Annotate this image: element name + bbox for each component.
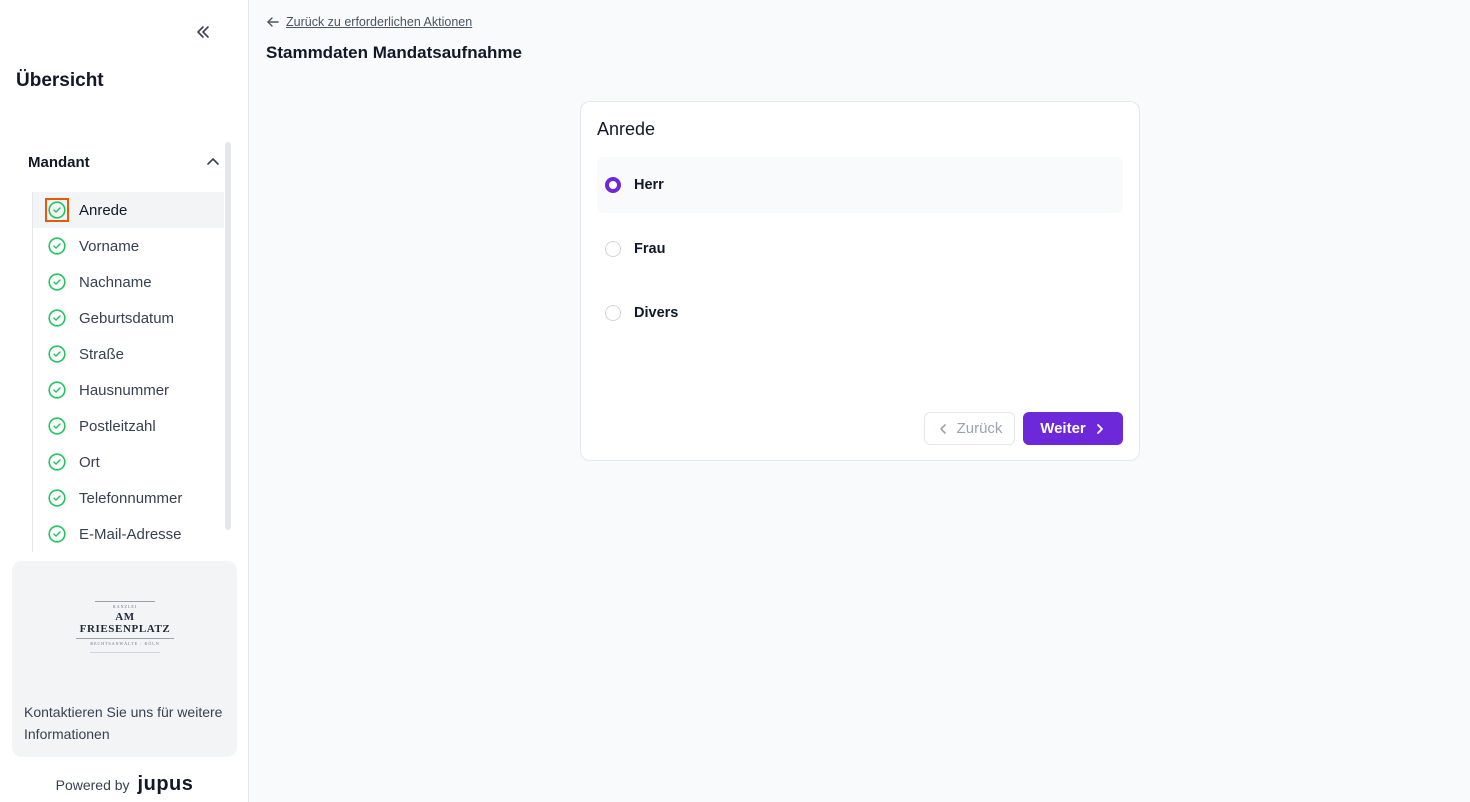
logo-line: [90, 652, 160, 653]
option-label: Divers: [634, 305, 679, 321]
check-circle-icon: [45, 234, 69, 258]
check-circle-icon: [45, 270, 69, 294]
logo-top-text: KANZLEI: [112, 604, 138, 609]
next-button-label: Weiter: [1040, 420, 1086, 437]
sidebar-item-telefonnummer[interactable]: Telefonnummer: [33, 480, 224, 516]
logo-name: AM FRIESENPLATZ: [79, 611, 171, 635]
arrow-left-icon: [267, 17, 279, 27]
sidebar-title: Übersicht: [16, 70, 104, 91]
sidebar-item-label: Telefonnummer: [79, 489, 183, 507]
sidebar-item-label: Postleitzahl: [79, 417, 156, 435]
chevron-up-icon: [207, 158, 219, 165]
sidebar-item-anrede[interactable]: Anrede: [33, 192, 224, 228]
sidebar-item-vorname[interactable]: Vorname: [33, 228, 224, 264]
sidebar-item-hausnummer[interactable]: Hausnummer: [33, 372, 224, 408]
sidebar-item-nachname[interactable]: Nachname: [33, 264, 224, 300]
back-button[interactable]: Zurück: [924, 412, 1015, 445]
sidebar-item-label: Hausnummer: [79, 381, 170, 399]
sidebar-item-label: Geburtsdatum: [79, 309, 175, 327]
check-circle-icon: [45, 198, 69, 222]
powered-by-label: Powered by: [55, 776, 130, 793]
card-title: Anrede: [597, 119, 656, 139]
chevron-right-icon: [1096, 423, 1103, 434]
section-label: Mandant: [28, 153, 90, 171]
section-header-mandant[interactable]: Mandant: [16, 144, 226, 180]
sidebar-item-strasse[interactable]: Straße: [33, 336, 224, 372]
sidebar-item-label: E-Mail-Adresse: [79, 525, 182, 543]
logo-rule: [76, 638, 174, 639]
firm-logo: KANZLEI AM FRIESENPLATZ RECHTSANWÄLTE · …: [72, 601, 178, 653]
radio-option-herr[interactable]: Herr: [597, 157, 1123, 213]
check-circle-icon: [45, 342, 69, 366]
back-to-actions-link[interactable]: Zurück zu erforderlichen Aktionen: [266, 15, 472, 29]
sidebar-item-label: Anrede: [79, 201, 128, 219]
radio-button[interactable]: [605, 305, 621, 321]
info-card: KANZLEI AM FRIESENPLATZ RECHTSANWÄLTE · …: [12, 561, 237, 757]
option-label: Herr: [634, 177, 664, 193]
sidebar-item-email[interactable]: E-Mail-Adresse: [33, 516, 224, 552]
collapse-sidebar-button[interactable]: [190, 20, 216, 44]
check-circle-icon: [45, 378, 69, 402]
sidebar-item-label: Vorname: [79, 237, 140, 255]
chevron-left-icon: [939, 423, 946, 434]
powered-by: Powered by jupus: [0, 773, 249, 796]
page-title: Stammdaten Mandatsaufnahme: [266, 43, 522, 62]
option-label: Frau: [634, 241, 666, 257]
sidebar-item-label: Ort: [79, 453, 100, 471]
double-chevron-left-icon: [197, 26, 209, 38]
radio-button-checked[interactable]: [605, 177, 621, 193]
check-circle-icon: [45, 522, 69, 546]
sidebar-item-label: Straße: [79, 345, 125, 363]
check-circle-icon: [45, 450, 69, 474]
sidebar-items: Anrede Vorname Nachname Geburtsdatum Str…: [32, 192, 224, 552]
back-link-text: Zurück zu erforderlichen Aktionen: [286, 15, 473, 29]
check-circle-icon: [45, 414, 69, 438]
check-circle-icon: [45, 306, 69, 330]
radio-option-divers[interactable]: Divers: [597, 285, 1123, 341]
sidebar-item-geburtsdatum[interactable]: Geburtsdatum: [33, 300, 224, 336]
logo-sub-text: RECHTSANWÄLTE · KÖLN: [90, 641, 160, 646]
next-button[interactable]: Weiter: [1023, 412, 1123, 445]
back-button-label: Zurück: [956, 420, 1003, 437]
sidebar-item-ort[interactable]: Ort: [33, 444, 224, 480]
sidebar-item-label: Nachname: [79, 273, 152, 291]
sidebar: Übersicht Mandant Anrede Vorname Nachnam…: [0, 0, 249, 802]
radio-option-frau[interactable]: Frau: [597, 221, 1123, 277]
sidebar-item-postleitzahl[interactable]: Postleitzahl: [33, 408, 224, 444]
contact-info-text: Kontaktieren Sie uns für weitere Informa…: [24, 704, 223, 742]
check-circle-icon: [45, 486, 69, 510]
logo-line: [95, 601, 155, 602]
radio-button[interactable]: [605, 241, 621, 257]
sidebar-scrollbar[interactable]: [225, 142, 231, 530]
jupus-logo[interactable]: jupus: [138, 773, 194, 796]
anrede-card: Anrede Herr Frau Divers Zurück Weiter: [580, 101, 1140, 461]
